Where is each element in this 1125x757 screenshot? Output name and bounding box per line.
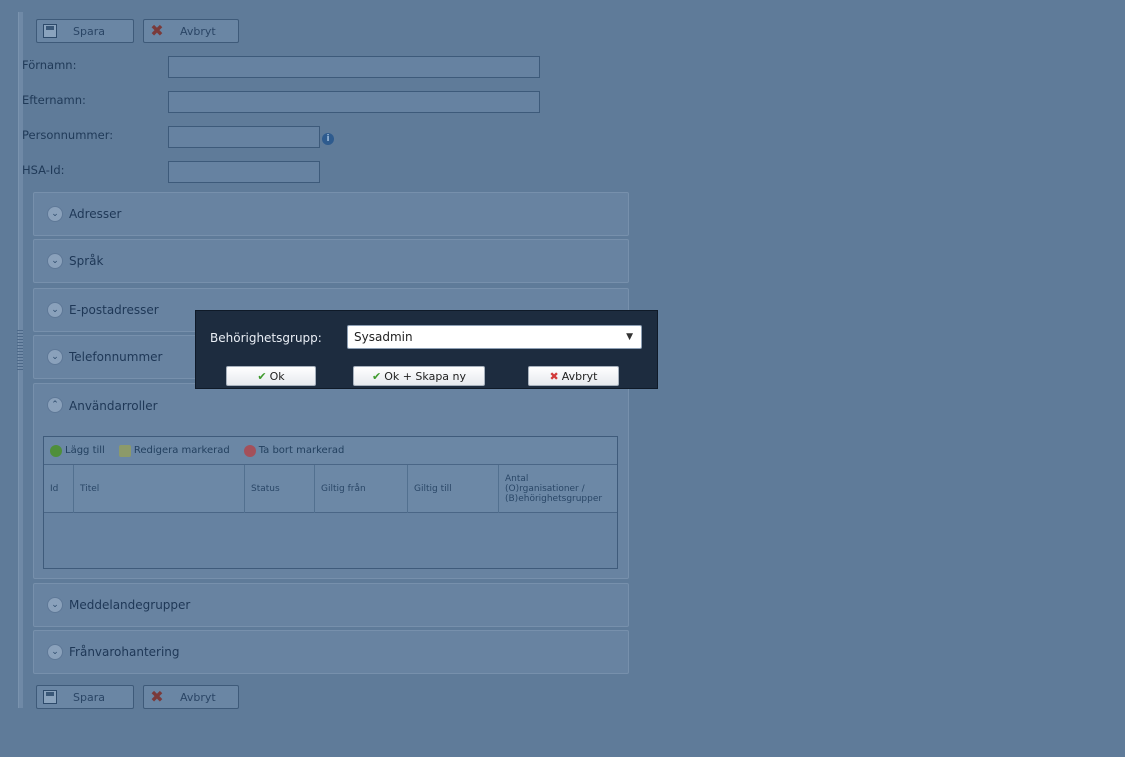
col-antal-line3: (B)ehörighetsgrupper: [505, 494, 603, 504]
section-title: Frånvarohantering: [69, 645, 180, 659]
section-title[interactable]: Användarroller: [69, 399, 158, 413]
col-titel-label: Titel: [80, 484, 100, 494]
save-button-label: Spara: [73, 24, 105, 38]
close-icon: ✖: [150, 687, 164, 706]
personnummer-label: Personnummer:: [22, 128, 114, 142]
save-button-bottom[interactable]: Spara: [36, 685, 134, 709]
ok-create-new-label: Ok + Skapa ny: [384, 369, 467, 383]
close-icon: ✖: [150, 21, 164, 40]
info-icon[interactable]: i: [322, 133, 334, 145]
selected-value: Sysadmin: [354, 330, 413, 344]
ok-label: Ok: [269, 369, 285, 383]
firstname-input[interactable]: [168, 56, 540, 78]
lastname-input[interactable]: [168, 91, 540, 113]
chevron-down-icon: ⌄: [47, 302, 63, 318]
save-icon: [41, 22, 59, 40]
firstname-label: Förnamn:: [22, 58, 77, 72]
cancel-button-label: Avbryt: [180, 690, 216, 704]
role-dialog: Behörighetsgrupp: Sysadmin ▼ ✔ Ok ✔ Ok +…: [195, 310, 658, 389]
edit-icon: [118, 444, 131, 457]
splitter-grip[interactable]: [17, 330, 23, 370]
dropdown-arrow-icon: ▼: [626, 332, 633, 342]
edit-button[interactable]: Redigera markerad: [118, 444, 230, 457]
save-button-top[interactable]: Spara: [36, 19, 134, 43]
section-adresser[interactable]: ⌄ Adresser: [33, 192, 629, 236]
col-id[interactable]: Id: [44, 465, 74, 513]
col-from-label: Giltig från: [321, 484, 366, 494]
lastname-label: Efternamn:: [22, 93, 86, 107]
hsa-label: HSA-Id:: [22, 163, 65, 177]
section-title: Adresser: [69, 207, 122, 221]
roles-grid: Lägg till Redigera markerad Ta bort mark…: [43, 436, 618, 569]
behorighetsgrupp-label: Behörighetsgrupp:: [210, 331, 322, 345]
section-title: Meddelandegrupper: [69, 598, 191, 612]
add-button[interactable]: Lägg till: [50, 444, 105, 457]
col-status[interactable]: Status: [245, 465, 315, 513]
remove-button[interactable]: Ta bort markerad: [243, 444, 345, 457]
remove-label: Ta bort markerad: [258, 445, 345, 456]
section-title: Språk: [69, 254, 104, 268]
behorighetsgrupp-select[interactable]: Sysadmin ▼: [347, 325, 642, 349]
col-antal-line1: Antal: [505, 474, 529, 484]
grid-toolbar: Lägg till Redigera markerad Ta bort mark…: [44, 437, 617, 465]
col-to-label: Giltig till: [414, 484, 452, 494]
close-icon: ✖: [549, 369, 559, 383]
check-icon: ✔: [371, 369, 382, 383]
section-title: Telefonnummer: [69, 350, 163, 364]
chevron-down-icon: ⌄: [47, 206, 63, 222]
section-franvarohantering[interactable]: ⌄ Frånvarohantering: [33, 630, 629, 674]
grid-header: Id Titel Status Giltig från Giltig till …: [44, 465, 617, 513]
ok-button[interactable]: ✔ Ok: [226, 366, 316, 386]
col-antal-line2: (O)rganisationer /: [505, 484, 585, 494]
edit-label: Redigera markerad: [133, 445, 230, 456]
personnummer-input[interactable]: [168, 126, 320, 148]
save-icon: [41, 688, 59, 706]
cancel-button-bottom[interactable]: ✖ Avbryt: [143, 685, 239, 709]
chevron-down-icon: ⌄: [47, 349, 63, 365]
section-meddelandegrupper[interactable]: ⌄ Meddelandegrupper: [33, 583, 629, 627]
hsa-input[interactable]: [168, 161, 320, 183]
cancel-button-label: Avbryt: [180, 24, 216, 38]
ok-create-new-button[interactable]: ✔ Ok + Skapa ny: [353, 366, 485, 386]
add-label: Lägg till: [65, 445, 105, 456]
section-sprak[interactable]: ⌄ Språk: [33, 239, 629, 283]
save-button-label: Spara: [73, 690, 105, 704]
col-giltig-till[interactable]: Giltig till: [408, 465, 499, 513]
col-giltig-fran[interactable]: Giltig från: [315, 465, 408, 513]
section-title: E-postadresser: [69, 303, 159, 317]
col-status-label: Status: [251, 484, 280, 494]
col-id-label: Id: [50, 484, 59, 494]
remove-icon: [243, 444, 256, 457]
dialog-cancel-label: Avbryt: [561, 369, 598, 383]
chevron-down-icon: ⌄: [47, 253, 63, 269]
chevron-up-icon[interactable]: ⌃: [47, 397, 63, 413]
cancel-button-top[interactable]: ✖ Avbryt: [143, 19, 239, 43]
chevron-down-icon: ⌄: [47, 597, 63, 613]
add-icon: [50, 444, 62, 457]
col-titel[interactable]: Titel: [74, 465, 245, 513]
dialog-cancel-button[interactable]: ✖ Avbryt: [528, 366, 619, 386]
col-antal[interactable]: Antal (O)rganisationer / (B)ehörighetsgr…: [499, 465, 617, 513]
check-icon: ✔: [257, 369, 267, 383]
chevron-down-icon: ⌄: [47, 644, 63, 660]
